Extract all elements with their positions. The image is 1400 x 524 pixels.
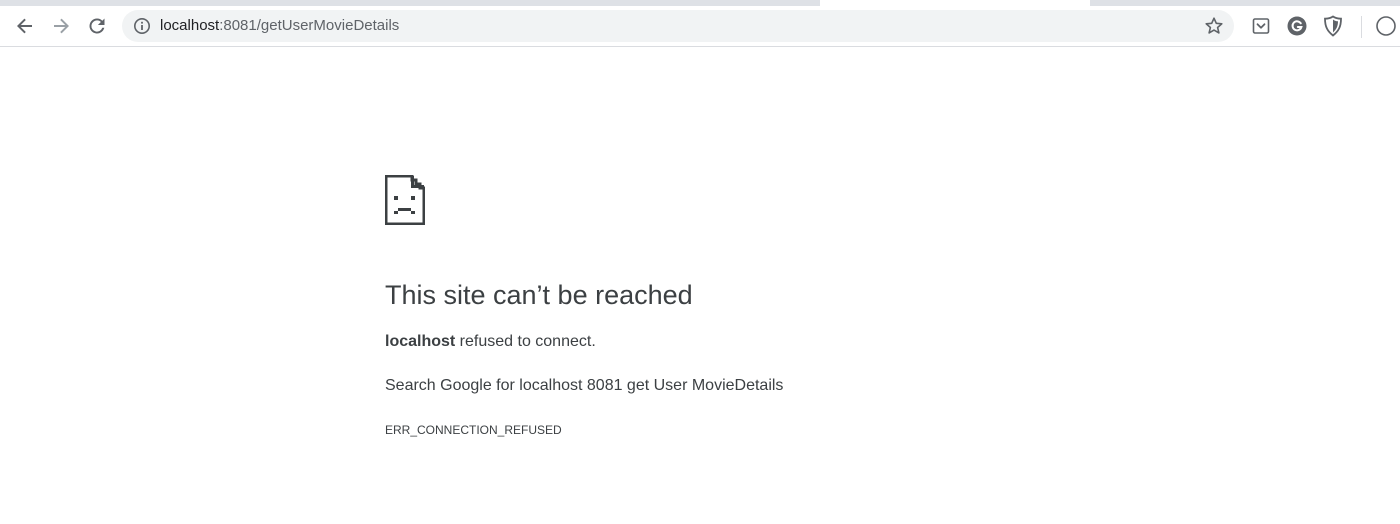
error-description-text: refused to connect. <box>455 333 596 350</box>
search-suggestion-prefix: Search Google for <box>385 377 520 394</box>
star-icon[interactable] <box>1204 16 1224 36</box>
url-path: :8081/getUserMovieDetails <box>219 17 400 34</box>
shield-icon <box>1324 15 1342 37</box>
url-host: localhost <box>160 17 220 34</box>
toolbar-separator <box>1361 16 1362 38</box>
pocket-extension-button[interactable] <box>1250 15 1272 37</box>
sad-page-icon <box>385 175 425 225</box>
browser-toolbar: localhost:8081/getUserMovieDetails <box>0 6 1400 47</box>
info-icon[interactable] <box>133 17 151 35</box>
address-bar[interactable]: localhost:8081/getUserMovieDetails <box>122 10 1234 42</box>
error-code: ERR_CONNECTION_REFUSED <box>385 423 562 437</box>
error-host: localhost <box>385 333 456 350</box>
url-text[interactable]: localhost:8081/getUserMovieDetails <box>160 17 399 35</box>
shield-extension-button[interactable] <box>1322 15 1344 37</box>
pocket-icon <box>1252 18 1270 34</box>
back-button[interactable] <box>9 10 41 42</box>
error-description: localhost refused to connect. <box>385 332 596 352</box>
back-arrow-icon <box>17 18 32 34</box>
grammarly-icon <box>1287 16 1307 36</box>
forward-button[interactable] <box>45 10 77 42</box>
reload-icon <box>89 18 105 34</box>
reload-button[interactable] <box>81 10 113 42</box>
grammarly-extension-button[interactable] <box>1286 15 1308 37</box>
error-title: This site can’t be reached <box>385 280 693 310</box>
kebab-menu-icon <box>1376 16 1396 36</box>
search-query-link[interactable]: localhost 8081 get User MovieDetails <box>519 377 783 394</box>
menu-button[interactable] <box>1375 15 1397 37</box>
forward-arrow-icon <box>54 18 69 34</box>
search-suggestion: Search Google for localhost 8081 get Use… <box>385 376 783 396</box>
